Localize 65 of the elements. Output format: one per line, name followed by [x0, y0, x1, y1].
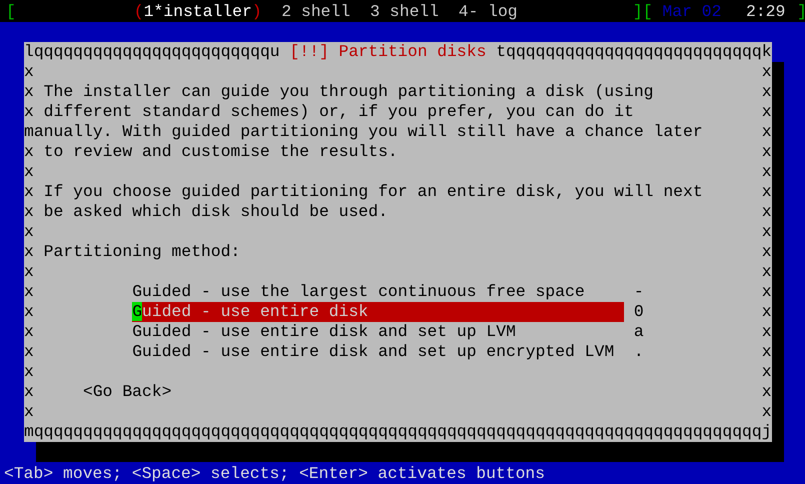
border-line: x [24, 202, 34, 222]
border-line: x [762, 282, 772, 302]
border-line: x [24, 182, 34, 202]
border-line: x [24, 62, 34, 82]
border-line: x [762, 82, 772, 102]
window-tab[interactable]: (1*installer) [134, 2, 262, 22]
bracket: ][ [632, 2, 653, 22]
border-line: x [762, 62, 772, 82]
border-line: x [24, 342, 34, 362]
border-line: x [762, 402, 772, 422]
border-line: x [24, 82, 34, 102]
scroll-marker: a [634, 322, 644, 342]
dialog-title: [!!] Partition disks [290, 42, 486, 62]
scroll-marker: 0 [634, 302, 644, 322]
border-line: x [24, 222, 34, 242]
go-back-button[interactable]: <Go Back> [83, 382, 172, 402]
border-line: x [24, 322, 34, 342]
border-line: x [24, 302, 34, 322]
menu-option[interactable]: Guided - use entire disk and set up LVM [132, 322, 624, 342]
body-text: to review and customise the results. [44, 142, 398, 162]
border-line: x [24, 262, 34, 282]
time-label: 2:29 [746, 2, 786, 22]
body-text: If you choose guided partitioning for an entire disk, you will next [44, 182, 703, 202]
border-line: x [762, 142, 772, 162]
border-line: x [762, 302, 772, 322]
border-line: x [762, 222, 772, 242]
border-line: x [24, 162, 34, 182]
border-line: mqqqqqqqqqqqqqqqqqqqqqqqqqqqqqqqqqqqqqqqqqqqqqqqqqqqqqqqqqqqqqqqqqqqqqqqqqqj [24, 422, 772, 442]
border-line: lqqqqqqqqqqqqqqqqqqqqqqqqu [24, 42, 280, 62]
border-line: x [24, 102, 34, 122]
border-line: x [762, 182, 772, 202]
border-line: x [24, 402, 34, 422]
border-line: x [24, 382, 34, 402]
scroll-marker: - [634, 282, 644, 302]
border-line: x [24, 362, 34, 382]
border-line: x [762, 262, 772, 282]
bracket: ] [797, 2, 805, 22]
body-text: be asked which disk should be used. [44, 202, 388, 222]
body-text: different standard schemes) or, if you prefer, you can do it [44, 102, 634, 122]
border-line: x [24, 242, 34, 262]
scroll-marker: . [634, 342, 644, 362]
date-label: Mar 02 [662, 2, 722, 22]
help-line: <Tab> moves; <Space> selects; <Enter> activates buttons [3, 464, 546, 484]
border-line: x [762, 362, 772, 382]
menu-option[interactable]: Guided - use entire disk [132, 302, 624, 322]
border-line: tqqqqqqqqqqqqqqqqqqqqqqqqqqk [496, 42, 772, 62]
body-text: The installer can guide you through partitioning a disk (using [44, 82, 654, 102]
border-line: x [762, 382, 772, 402]
bracket: [ [6, 2, 16, 22]
body-text: manually. With guided partitioning you will still have a chance later [24, 122, 703, 142]
border-line: x [762, 122, 772, 142]
border-line: x [24, 282, 34, 302]
window-tab[interactable]: 3 shell [370, 2, 439, 22]
border-line: x [762, 242, 772, 262]
border-line: x [762, 322, 772, 342]
menu-option[interactable]: Guided - use the largest continuous free space [132, 282, 624, 302]
border-line: x [762, 102, 772, 122]
window-tab[interactable]: 2 shell [281, 2, 350, 22]
border-line: x [762, 202, 772, 222]
border-line: x [24, 142, 34, 162]
border-line: x [762, 342, 772, 362]
body-text: Partitioning method: [44, 242, 240, 262]
window-tab[interactable]: 4- log [458, 2, 518, 22]
border-line: x [762, 162, 772, 182]
menu-option[interactable]: Guided - use entire disk and set up encrypted LVM [132, 342, 624, 362]
